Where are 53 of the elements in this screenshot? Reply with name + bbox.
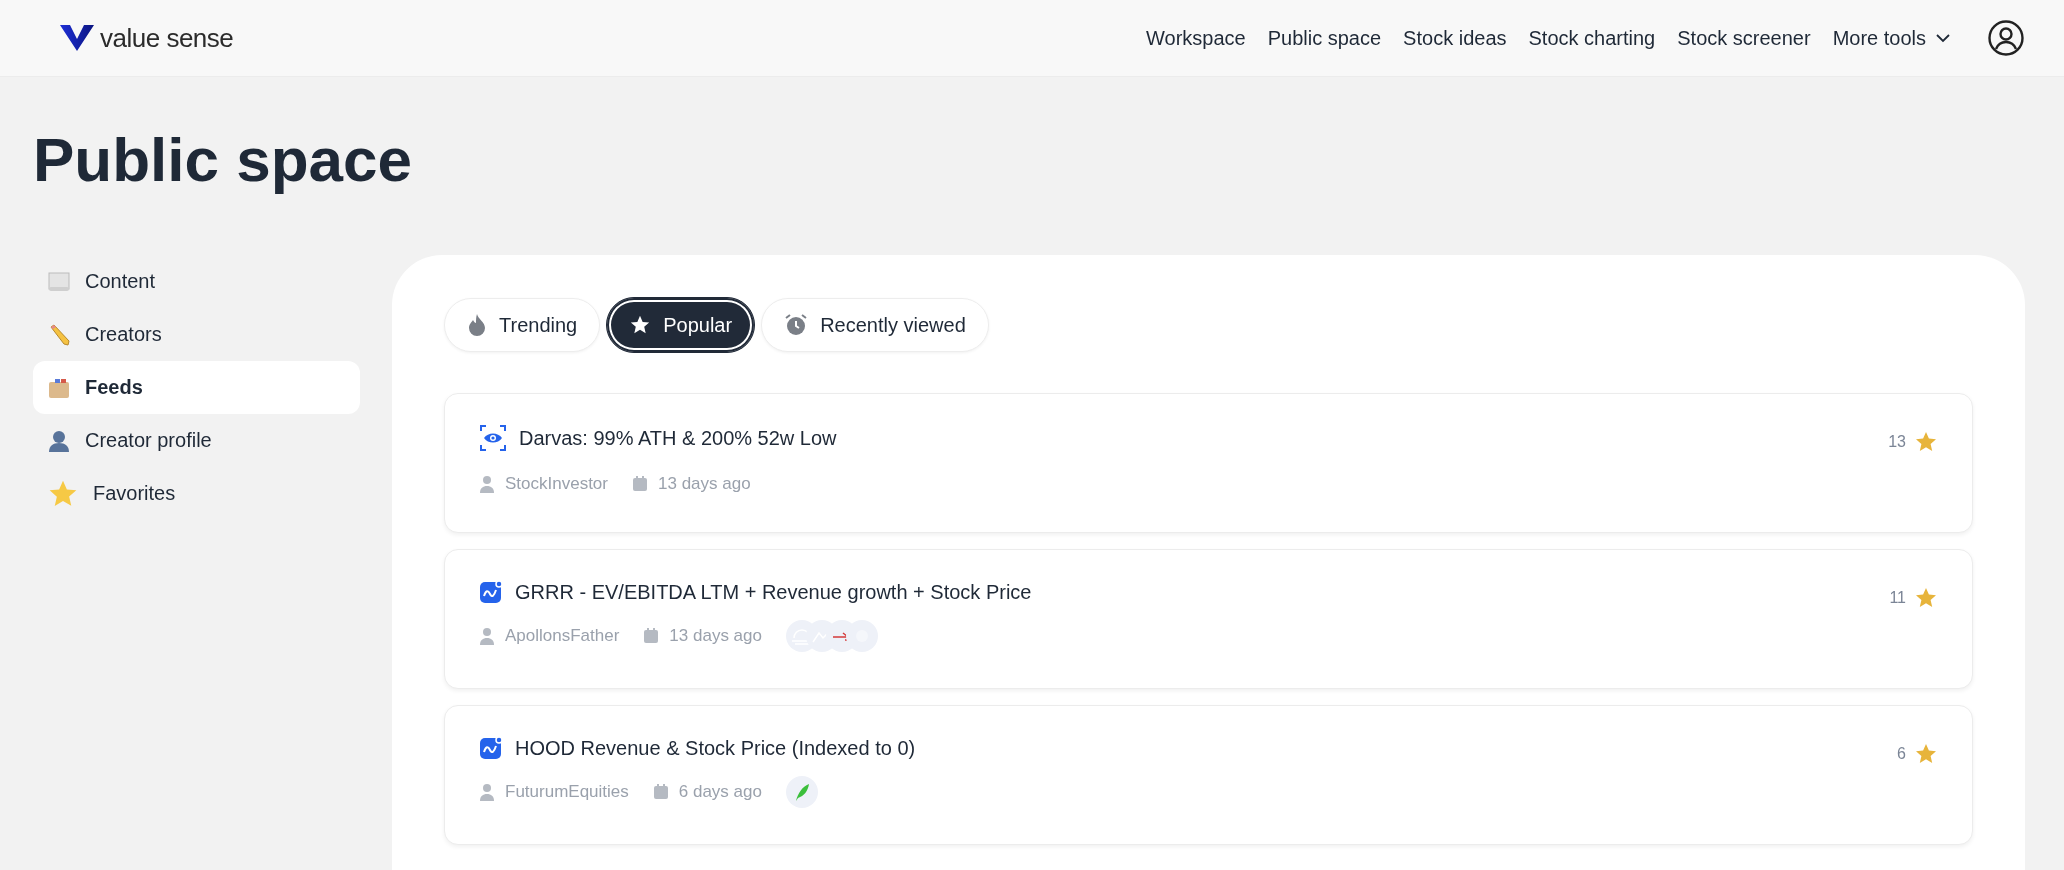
company-logo-icon xyxy=(846,620,878,652)
card-title: GRRR - EV/EBITDA LTM + Revenue growth + Stock Price xyxy=(515,580,1032,604)
author-name: ApollonsFather xyxy=(505,626,620,646)
card-title: HOOD Revenue & Stock Price (Indexed to 0) xyxy=(515,736,916,760)
logo-icon xyxy=(60,25,94,51)
sidebar-item[interactable]: Favorites xyxy=(33,467,360,520)
logo-text[interactable]: value sense xyxy=(100,22,234,54)
calendar-icon xyxy=(632,476,648,492)
user-icon xyxy=(479,475,495,493)
author-name: StockInvestor xyxy=(505,474,608,494)
feed-card[interactable]: Darvas: 99% ATH & 200% 52w Low StockInvestor 13 days ago 13 xyxy=(444,393,1973,533)
calendar-icon xyxy=(652,784,669,800)
star-icon xyxy=(1914,742,1938,766)
star-icon xyxy=(629,314,652,336)
nav-link[interactable]: Stock ideas xyxy=(1403,26,1507,50)
chart-icon xyxy=(479,580,503,604)
nav-link[interactable]: Public space xyxy=(1267,26,1382,50)
feed-card[interactable]: GRRR - EV/EBITDA LTM + Revenue growth + Stock Price ApollonsFather 13 days ago 11 xyxy=(444,549,1973,689)
nav-link[interactable]: Workspace xyxy=(1146,26,1246,50)
alarm-clock-icon xyxy=(784,313,809,337)
user-icon xyxy=(479,783,495,801)
sidebar-item[interactable]: Content xyxy=(33,255,360,308)
chevron-down-icon xyxy=(1936,33,1950,43)
favorite-count: 13 xyxy=(1888,433,1906,451)
user-avatar-icon[interactable] xyxy=(1988,20,2024,56)
favorite-count: 6 xyxy=(1897,745,1906,763)
sidebar-item[interactable]: Creators xyxy=(33,308,360,361)
sidebar-item[interactable]: Feeds xyxy=(33,361,360,414)
eye-scan-icon xyxy=(479,424,507,452)
feed-card[interactable]: HOOD Revenue & Stock Price (Indexed to 0) FuturumEquities 6 days ago 6 xyxy=(444,705,1973,845)
nav-link[interactable]: Stock screener xyxy=(1677,26,1811,50)
filter-tab[interactable]: Popular xyxy=(606,297,756,353)
nav-link[interactable]: Stock charting xyxy=(1528,26,1656,50)
chart-icon xyxy=(479,736,503,760)
flame-icon xyxy=(467,313,487,337)
post-date: 13 days ago xyxy=(669,626,762,646)
star-icon xyxy=(1914,430,1938,454)
sidebar-item[interactable]: Creator profile xyxy=(33,414,360,467)
star-icon xyxy=(1914,586,1938,610)
post-date: 6 days ago xyxy=(678,782,762,802)
calendar-icon xyxy=(643,628,660,644)
filter-tab[interactable]: Recently viewed xyxy=(761,298,989,352)
filter-tab[interactable]: Trending xyxy=(444,298,601,352)
author-name: FuturumEquities xyxy=(505,782,629,802)
scroll-icon xyxy=(47,270,71,293)
nav-dropdown[interactable]: More tools xyxy=(1832,26,1950,50)
post-date: 13 days ago xyxy=(658,474,751,494)
user-icon xyxy=(479,627,495,645)
box-icon xyxy=(47,376,71,399)
person-icon xyxy=(47,428,71,453)
card-title: Darvas: 99% ATH & 200% 52w Low xyxy=(519,426,837,450)
favorite-count: 11 xyxy=(1889,589,1906,607)
company-logo-icon xyxy=(785,776,818,808)
